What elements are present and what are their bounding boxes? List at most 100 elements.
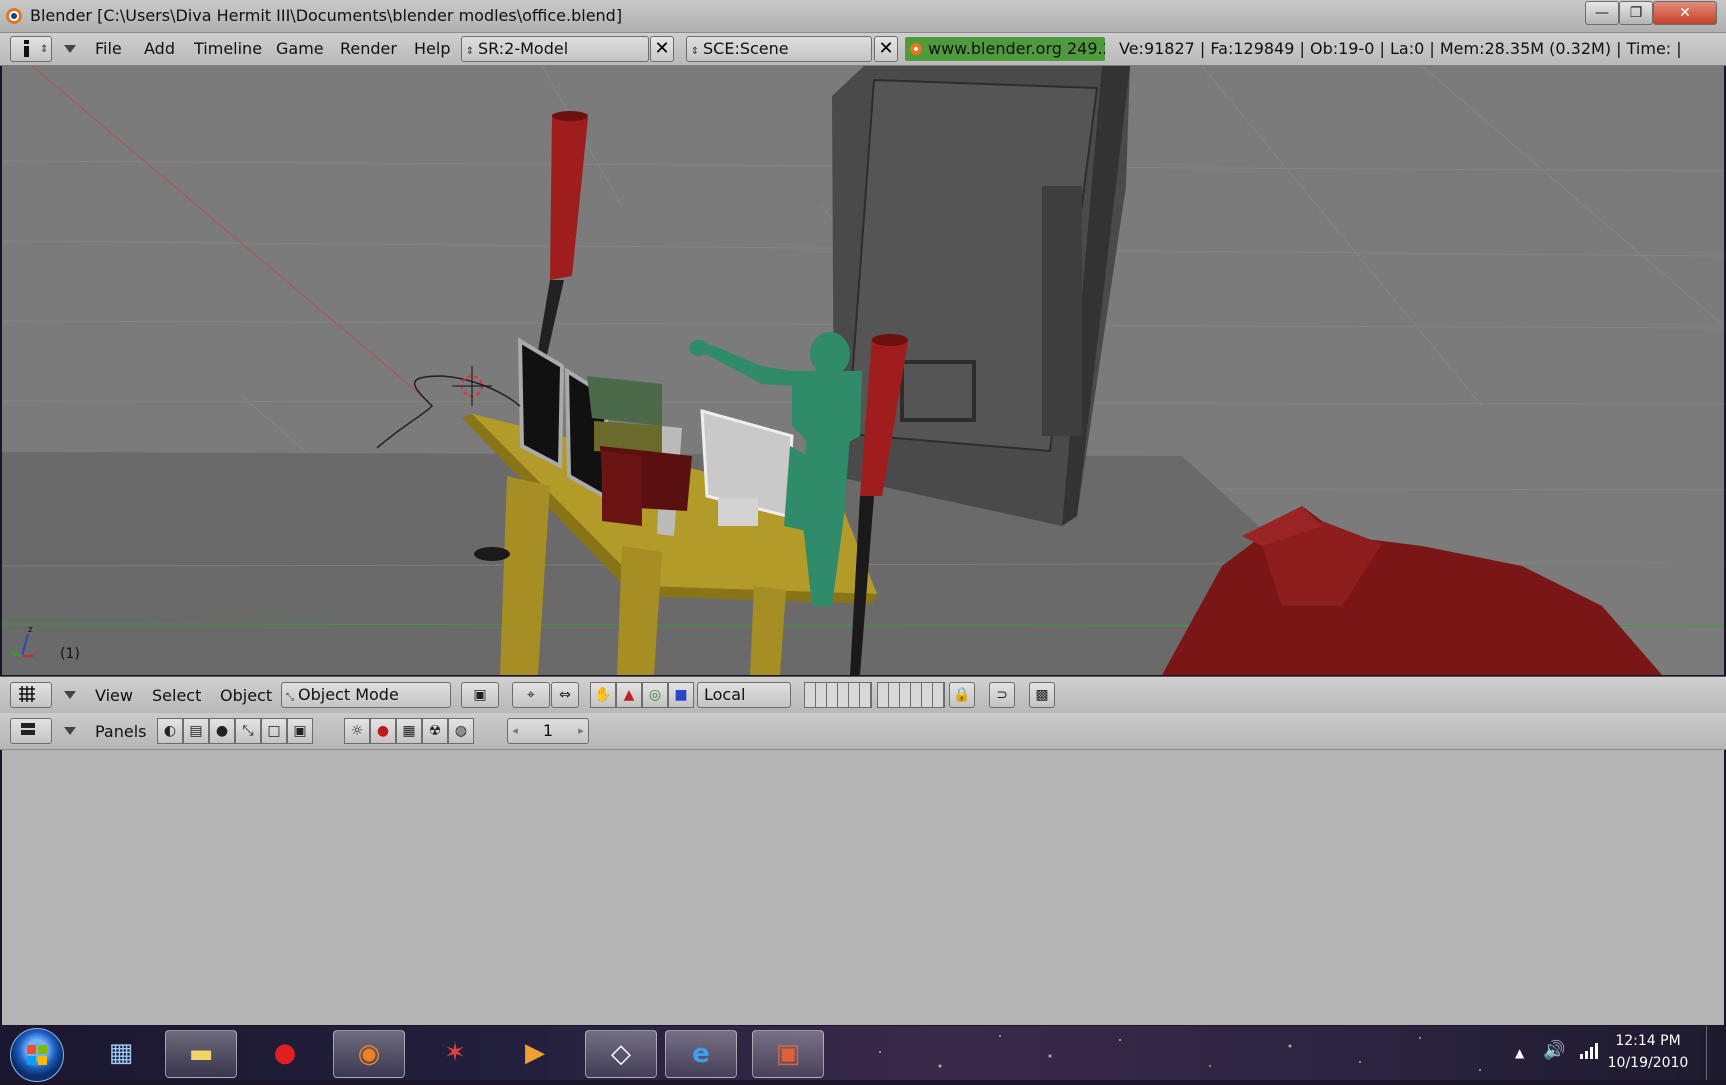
media-player-icon: ▶ bbox=[525, 1038, 545, 1068]
scene-selector[interactable]: ⇕ SCE:Scene bbox=[686, 36, 872, 62]
info-window-type-button[interactable]: ⇕ bbox=[10, 36, 52, 62]
volume-icon[interactable]: 🔊 bbox=[1543, 1040, 1565, 1061]
taskbar-file-explorer[interactable]: ▬ bbox=[165, 1030, 237, 1078]
object-context-button[interactable]: ⤡ bbox=[235, 718, 261, 744]
start-button[interactable] bbox=[10, 1028, 64, 1082]
taskbar-angry-bird[interactable]: ● bbox=[250, 1030, 320, 1076]
menu-timeline[interactable]: Timeline bbox=[194, 39, 262, 58]
render-preview-button[interactable]: ▩ bbox=[1029, 682, 1055, 708]
object-axis-icon: ⤡ bbox=[242, 723, 254, 739]
delete-screen-button[interactable]: ✕ bbox=[650, 36, 674, 62]
minimize-button[interactable]: — bbox=[1585, 1, 1619, 25]
logic-context-button[interactable]: ◐ bbox=[157, 718, 183, 744]
maximize-button[interactable]: ❐ bbox=[1619, 1, 1653, 25]
manipulator-toggle[interactable]: ✋ bbox=[590, 682, 616, 708]
lamp-subcontext-button[interactable]: ☼ bbox=[344, 718, 370, 744]
scene-context-button[interactable]: ▣ bbox=[287, 718, 313, 744]
arrow-right-icon[interactable]: ▸ bbox=[574, 719, 588, 743]
menu-render[interactable]: Render bbox=[340, 39, 397, 58]
info-header: ⇕ File Add Timeline Game Render Help ⇕ SR… bbox=[0, 33, 1726, 66]
screen-selector-value: SR:2-Model bbox=[478, 39, 569, 58]
pivot-selector[interactable]: ⌖ bbox=[512, 682, 550, 708]
red-sphere-icon: ● bbox=[376, 723, 390, 739]
scene-selector-value: SCE:Scene bbox=[703, 39, 789, 58]
page-number-field[interactable]: ◂ 1 ▸ bbox=[507, 718, 589, 744]
translate-manipulator-button[interactable]: ▲ bbox=[616, 682, 642, 708]
scene-image-icon: ▣ bbox=[293, 723, 307, 739]
menu-add[interactable]: Add bbox=[144, 39, 175, 58]
menu-select[interactable]: Select bbox=[152, 686, 201, 705]
3d-scene[interactable]: z bbox=[2, 66, 1724, 675]
close-button[interactable]: ✕ bbox=[1653, 1, 1717, 25]
shading-context-button[interactable]: ● bbox=[209, 718, 235, 744]
page-number-value: 1 bbox=[542, 721, 554, 740]
cube-icon: ▣ bbox=[473, 687, 487, 703]
image-icon: ▩ bbox=[1035, 687, 1049, 703]
svg-text:⇕: ⇕ bbox=[40, 44, 48, 55]
updown-arrows-icon: ⇕ bbox=[690, 46, 700, 57]
mode-selector[interactable]: ⤡ Object Mode bbox=[281, 682, 451, 708]
scale-manipulator-button[interactable]: ■ bbox=[668, 682, 694, 708]
window-title-bar[interactable]: Blender [C:\Users\Diva Hermit III\Docume… bbox=[0, 0, 1726, 33]
menu-game[interactable]: Game bbox=[276, 39, 324, 58]
menu-help[interactable]: Help bbox=[414, 39, 450, 58]
network-signal-icon[interactable] bbox=[1578, 1042, 1600, 1064]
window-title: Blender [C:\Users\Diva Hermit III\Docume… bbox=[30, 6, 623, 25]
editing-square-icon: □ bbox=[267, 723, 281, 739]
widget-toggle[interactable]: ⇔ bbox=[551, 682, 579, 708]
buttons-window[interactable] bbox=[2, 750, 1724, 1025]
material-subcontext-button[interactable]: ● bbox=[370, 718, 396, 744]
taskbar-media-player[interactable]: ▶ bbox=[500, 1030, 570, 1076]
script-context-button[interactable]: ▤ bbox=[183, 718, 209, 744]
layers-group-2[interactable] bbox=[877, 682, 945, 708]
3d-cursor[interactable] bbox=[452, 366, 492, 406]
magnet-icon: ⊃ bbox=[996, 687, 1008, 703]
clock-date: 10/19/2010 bbox=[1607, 1055, 1689, 1071]
taskbar-internet-explorer[interactable]: e bbox=[665, 1030, 737, 1078]
lock-icon: 🔒 bbox=[953, 687, 971, 703]
draw-type-selector[interactable]: ▣ bbox=[461, 682, 499, 708]
delete-scene-button[interactable]: ✕ bbox=[874, 36, 898, 62]
3d-viewport[interactable]: z (1) bbox=[2, 66, 1724, 675]
arrow-left-icon[interactable]: ◂ bbox=[508, 719, 522, 743]
texture-subcontext-button[interactable]: ▦ bbox=[396, 718, 422, 744]
taskbar-calculator[interactable]: ▦ bbox=[86, 1030, 156, 1076]
blender-website-link[interactable]: www.blender.org 249.2 bbox=[905, 37, 1105, 61]
folder-icon: ▬ bbox=[188, 1039, 214, 1069]
show-desktop-button[interactable] bbox=[1706, 1026, 1725, 1080]
radiosity-subcontext-button[interactable]: ☢ bbox=[422, 718, 448, 744]
collapse-menu-icon[interactable] bbox=[64, 45, 76, 53]
rotate-manipulator-button[interactable]: ◎ bbox=[642, 682, 668, 708]
snap-toggle[interactable]: ⊃ bbox=[989, 682, 1015, 708]
show-hidden-icons-button[interactable]: ▲ bbox=[1515, 1046, 1524, 1060]
menu-object[interactable]: Object bbox=[220, 686, 272, 705]
buttons-window-type-button[interactable] bbox=[10, 718, 52, 744]
editing-context-button[interactable]: □ bbox=[261, 718, 287, 744]
windows-taskbar: ▦ ▬ ● ◉ ✶ ▶ ◇ e ▣ ▲ 🔊 bbox=[0, 1026, 1726, 1082]
grid-icon bbox=[19, 686, 35, 702]
collapse-menu-icon[interactable] bbox=[64, 691, 76, 699]
collapse-menu-icon[interactable] bbox=[64, 727, 76, 735]
orientation-selector[interactable]: Local bbox=[697, 682, 791, 708]
lock-layers-button[interactable]: 🔒 bbox=[949, 682, 975, 708]
panels-menu[interactable]: Panels bbox=[95, 722, 147, 741]
screen-selector[interactable]: ⇕ SR:2-Model bbox=[461, 36, 649, 62]
taskbar-unity[interactable]: ◇ bbox=[585, 1030, 657, 1078]
taskbar-blender[interactable]: ◉ bbox=[333, 1030, 405, 1078]
left-speaker-model[interactable] bbox=[532, 111, 588, 386]
website-text: www.blender.org 249.2 bbox=[928, 39, 1105, 58]
sun-icon: ☼ bbox=[350, 723, 364, 739]
system-clock[interactable]: 12:14 PM 10/19/2010 bbox=[1602, 1030, 1694, 1074]
taskbar-powerpoint[interactable]: ▣ bbox=[752, 1030, 824, 1078]
menu-view[interactable]: View bbox=[95, 686, 133, 705]
world-subcontext-button[interactable]: ◍ bbox=[448, 718, 474, 744]
square-icon: ■ bbox=[674, 687, 688, 703]
texture-icon: ▦ bbox=[402, 723, 416, 739]
script-icon: ▤ bbox=[189, 723, 203, 739]
clock-time: 12:14 PM bbox=[1615, 1033, 1681, 1049]
layers-group-1[interactable] bbox=[804, 682, 872, 708]
taskbar-zbrush[interactable]: ✶ bbox=[420, 1030, 490, 1076]
menu-file[interactable]: File bbox=[95, 39, 122, 58]
view3d-window-type-button[interactable] bbox=[10, 682, 52, 708]
updown-arrows-icon: ⇕ bbox=[465, 46, 475, 57]
